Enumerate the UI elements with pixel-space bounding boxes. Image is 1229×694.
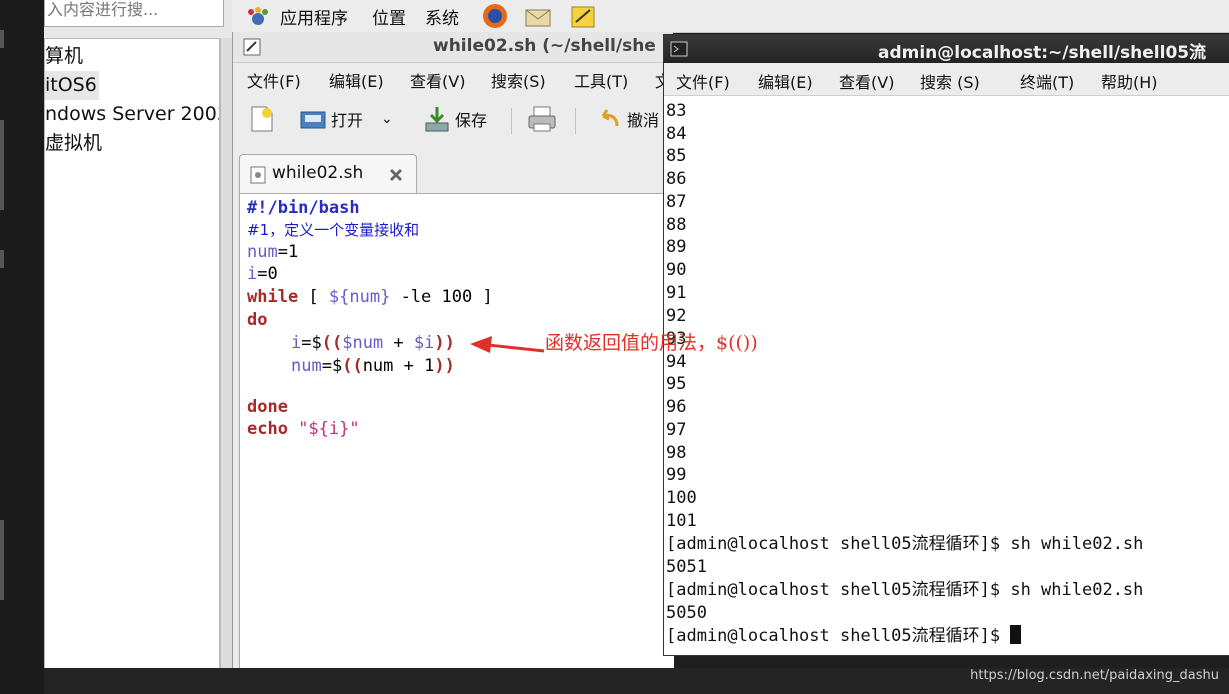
gnome-top-panel: 应用程序 位置 系统 <box>232 0 1229 33</box>
terminal-line: 85 <box>666 146 687 166</box>
text-editor-icon[interactable] <box>570 3 596 29</box>
edge-mark <box>0 520 4 600</box>
term-menu-view[interactable]: 查看(V) <box>839 69 894 93</box>
edge-mark <box>0 30 4 48</box>
vm-item-computer[interactable]: 算机 <box>45 42 219 71</box>
terminal-line: 86 <box>666 169 687 189</box>
vm-item-vm[interactable]: 虚拟机 <box>45 129 219 158</box>
terminal-menubar: 文件(F) 编辑(E) 查看(V) 搜索 (S) 终端(T) 帮助(H) <box>664 63 1229 96</box>
terminal-titlebar[interactable]: admin@localhost:~/shell/shell05流 <box>664 35 1229 63</box>
mail-icon[interactable] <box>524 4 552 28</box>
code-line: echo "${i}" <box>247 419 360 439</box>
code-line: #1，定义一个变量接收和 <box>247 221 420 239</box>
firefox-icon[interactable] <box>482 3 508 29</box>
code-line: #!/bin/bash <box>247 198 360 218</box>
terminal-output[interactable]: 83 84 85 86 87 88 89 90 91 92 93 94 95 9… <box>664 96 1229 655</box>
terminal-line: 92 <box>666 306 687 326</box>
desktop-edge <box>0 0 44 694</box>
menu-file[interactable]: 文件(F) <box>247 68 301 92</box>
code-line: do <box>247 310 268 330</box>
watermark: https://blog.csdn.net/paidaxing_dashu <box>970 668 1219 683</box>
terminal-prompt-line: [admin@localhost shell05流程循环]$ <box>666 625 1022 647</box>
term-menu-file[interactable]: 文件(F) <box>676 69 730 93</box>
undo-button[interactable]: 撤消 <box>597 104 659 134</box>
code-line: num=1 <box>247 242 299 262</box>
terminal-line: 99 <box>666 465 687 485</box>
tab-while02[interactable]: while02.sh <box>239 154 417 193</box>
terminal-line: 5051 <box>666 557 707 577</box>
terminal-line: 95 <box>666 374 687 394</box>
terminal-line: 91 <box>666 283 687 303</box>
save-icon <box>425 107 449 132</box>
new-button[interactable] <box>249 104 275 134</box>
open-button[interactable]: 打开 ⌄ <box>299 104 393 134</box>
system-menu[interactable]: 系统 <box>425 4 459 29</box>
edge-mark <box>0 120 4 210</box>
annotation-text: 函数返回值的用法，$(()) <box>545 332 758 354</box>
terminal-line: 90 <box>666 260 687 280</box>
terminal-line: 89 <box>666 237 687 257</box>
code-line: i=$(($num + $i)) <box>291 333 455 353</box>
term-menu-terminal[interactable]: 终端(T) <box>1020 69 1074 93</box>
terminal-line: 84 <box>666 124 687 144</box>
code-line: done <box>247 397 288 417</box>
tab-label: while02.sh <box>272 163 364 183</box>
open-dropdown-chevron-icon[interactable]: ⌄ <box>381 111 393 127</box>
code-editor[interactable]: #!/bin/bash #1，定义一个变量接收和 num=1 i=0 while… <box>239 193 674 669</box>
code-line: num=$((num + 1)) <box>291 356 455 376</box>
terminal-line: 101 <box>666 511 697 531</box>
terminal-line: 98 <box>666 443 687 463</box>
terminal-line: 5050 <box>666 603 707 623</box>
vm-list: 算机 itOS6 ndows Server 2003 虚拟机 <box>44 38 220 670</box>
places-menu[interactable]: 位置 <box>372 4 406 29</box>
term-menu-edit[interactable]: 编辑(E) <box>758 69 813 93</box>
annotation-arrow-icon <box>470 336 545 353</box>
terminal-prompt-line: [admin@localhost shell05流程循环]$ sh while0… <box>666 534 1144 554</box>
menu-tools[interactable]: 工具(T) <box>574 68 628 92</box>
terminal-cursor <box>1010 625 1022 644</box>
open-label: 打开 <box>331 111 364 130</box>
undo-icon <box>601 109 619 127</box>
code-line: while [ ${num} -le 100 ] <box>247 287 493 307</box>
save-button[interactable]: 保存 <box>423 104 487 134</box>
vm-item-windows-server[interactable]: ndows Server 2003 <box>45 100 219 129</box>
menu-search[interactable]: 搜索(S) <box>491 68 546 92</box>
applications-menu[interactable]: 应用程序 <box>280 4 348 29</box>
vm-item-centos6[interactable]: itOS6 <box>45 71 99 100</box>
terminal-line: 97 <box>666 420 687 440</box>
open-folder-icon <box>300 111 326 129</box>
edge-mark <box>0 250 4 268</box>
toolbar-separator <box>511 108 512 134</box>
terminal-line: 83 <box>666 101 687 121</box>
gnome-foot-icon[interactable] <box>246 6 270 28</box>
document-icon <box>250 166 266 184</box>
vm-search-input[interactable]: 入内容进行搜... <box>44 0 224 27</box>
menu-view[interactable]: 查看(V) <box>410 68 465 92</box>
terminal-window-title: admin@localhost:~/shell/shell05流 <box>878 43 1207 63</box>
print-button[interactable] <box>527 104 557 134</box>
terminal-line: 100 <box>666 488 697 508</box>
terminal-line: 96 <box>666 397 687 417</box>
gedit-window-title: while02.sh (~/shell/she <box>433 36 656 56</box>
close-tab-icon[interactable] <box>388 167 404 183</box>
code-line: i=0 <box>247 264 278 284</box>
toolbar-separator <box>575 108 576 134</box>
print-icon <box>528 106 556 132</box>
gedit-titlebar[interactable]: while02.sh (~/shell/she <box>233 32 673 63</box>
terminal-line: 88 <box>666 215 687 235</box>
term-menu-help[interactable]: 帮助(H) <box>1101 69 1158 93</box>
gedit-app-icon <box>243 38 261 56</box>
new-document-icon <box>251 106 273 132</box>
terminal-prompt-line: [admin@localhost shell05流程循环]$ sh while0… <box>666 580 1144 600</box>
vm-library-panel: 入内容进行搜... 算机 itOS6 ndows Server 2003 虚拟机 <box>44 0 233 670</box>
menu-edit[interactable]: 编辑(E) <box>329 68 384 92</box>
gedit-toolbar: 打开 ⌄ 保存 撤消 <box>233 98 673 142</box>
terminal-line: 87 <box>666 192 687 212</box>
save-label: 保存 <box>455 111 488 130</box>
terminal-app-icon <box>670 41 688 57</box>
term-menu-search[interactable]: 搜索 (S) <box>920 69 980 93</box>
gedit-menubar: 文件(F) 编辑(E) 查看(V) 搜索(S) 工具(T) 文 <box>233 64 673 94</box>
undo-label: 撤消 <box>627 111 660 130</box>
